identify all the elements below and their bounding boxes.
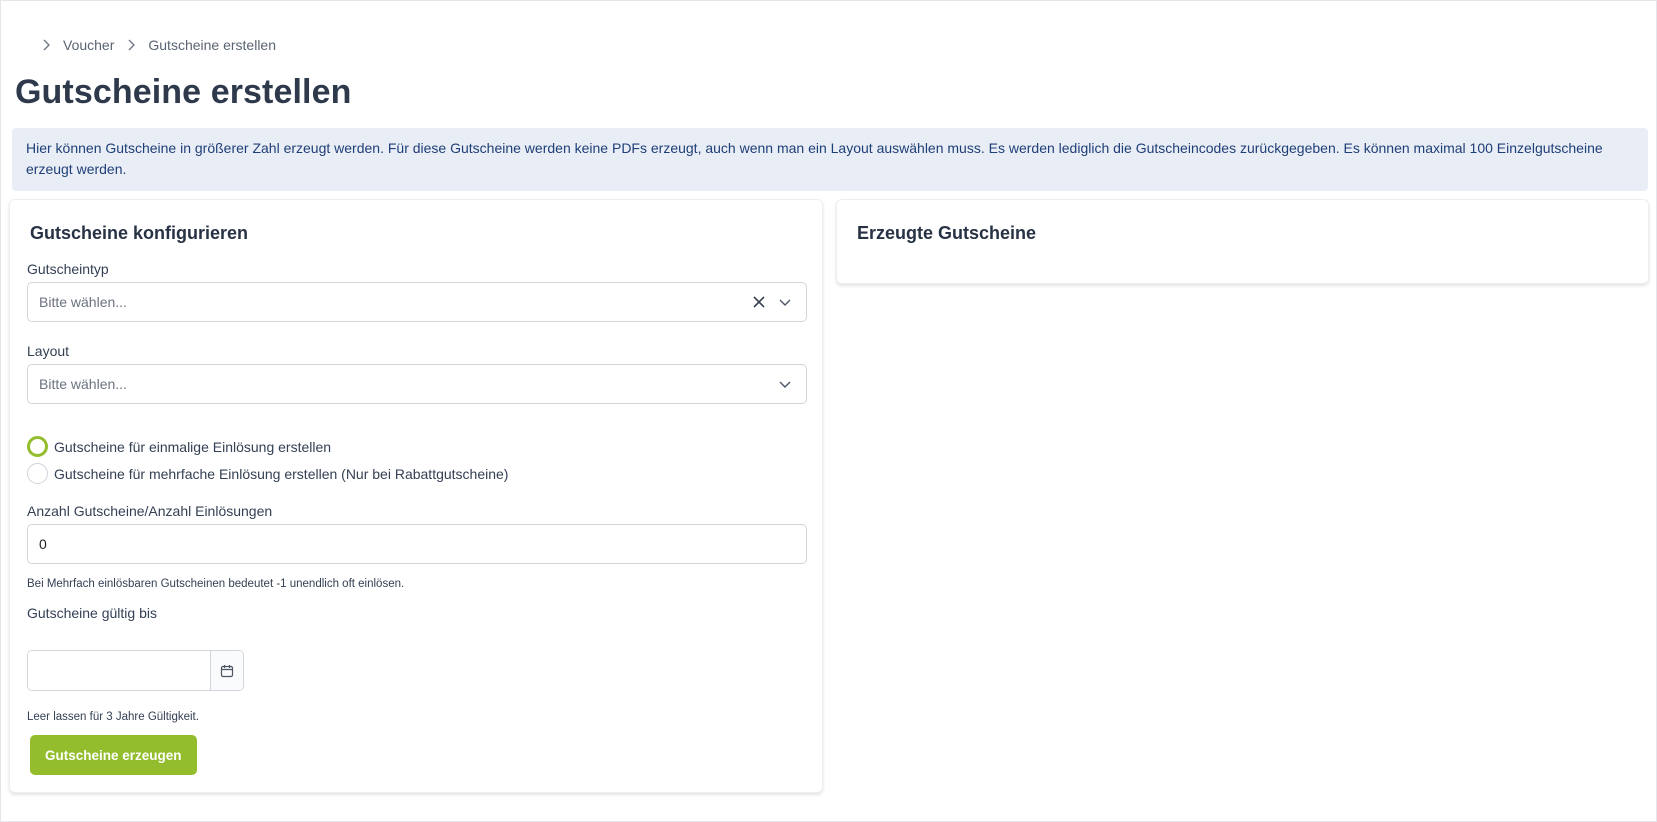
valid-until-input[interactable] [28,651,210,690]
layout-select[interactable]: Bitte wählen... [27,364,807,404]
layout-placeholder: Bitte wählen... [39,376,127,392]
radio-multi-label: Gutscheine für mehrfache Einlösung erste… [54,465,509,482]
generate-vouchers-button[interactable]: Gutscheine erzeugen [30,735,197,775]
chevron-down-icon[interactable] [774,291,796,313]
close-icon[interactable] [748,291,770,313]
valid-until-label: Gutscheine gültig bis [27,605,157,621]
page-title: Gutscheine erstellen [15,73,352,111]
config-card-title: Gutscheine konfigurieren [30,223,249,243]
layout-label: Layout [27,343,70,359]
breadcrumb-current: Gutscheine erstellen [148,37,277,53]
breadcrumb-link-voucher[interactable]: Voucher [63,37,114,53]
page-frame: Voucher Gutscheine erstellen Gutscheine … [0,0,1657,822]
result-card: Erzeugte Gutscheine [836,199,1649,284]
radio-button-unchecked[interactable] [27,463,48,484]
chevron-right-icon [43,39,50,51]
calendar-icon[interactable] [210,651,243,690]
chevron-down-icon[interactable] [774,373,796,395]
voucher-type-select[interactable]: Bitte wählen... [27,282,807,322]
valid-until-help-text: Leer lassen für 3 Jahre Gültigkeit. [27,711,199,723]
radio-button-checked[interactable] [27,436,48,457]
voucher-type-placeholder: Bitte wählen... [39,294,127,310]
config-card: Gutscheine konfigurieren Gutscheintyp Bi… [9,199,823,793]
count-input[interactable] [27,524,807,564]
radio-single-label: Gutscheine für einmalige Einlösung erste… [54,438,332,455]
count-label: Anzahl Gutscheine/Anzahl Einlösungen [27,503,273,519]
info-alert: Hier können Gutscheine in größerer Zahl … [12,128,1648,191]
radio-single-redemption[interactable]: Gutscheine für einmalige Einlösung erste… [27,436,331,457]
voucher-type-label: Gutscheintyp [27,261,109,277]
result-card-title: Erzeugte Gutscheine [857,223,1037,243]
radio-multi-redemption[interactable]: Gutscheine für mehrfache Einlösung erste… [27,463,508,484]
breadcrumb: Voucher Gutscheine erstellen [39,35,276,55]
valid-until-date-picker [27,650,244,691]
count-help-text: Bei Mehrfach einlösbaren Gutscheinen bed… [27,578,405,590]
chevron-right-icon [128,39,136,51]
